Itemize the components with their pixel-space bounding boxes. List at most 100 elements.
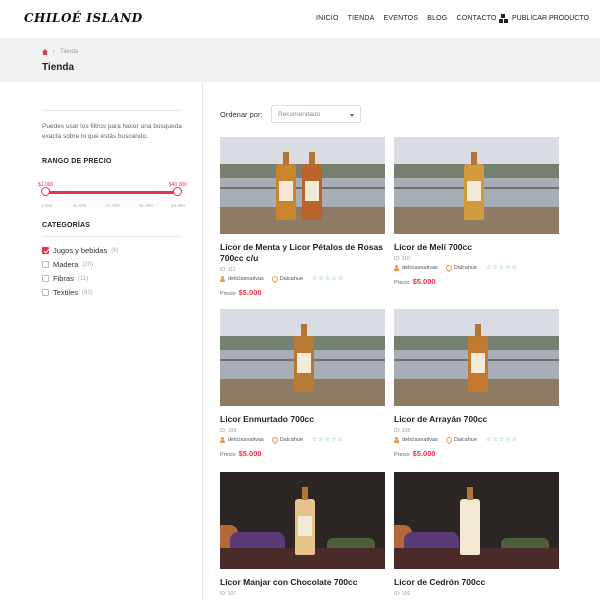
price-tick: 31.000 [139,203,153,208]
seller-name[interactable]: deliciasnativas [402,437,438,443]
seller-icon [394,437,399,443]
product-name[interactable]: Licor de Arrayán 700cc [394,414,559,425]
seller-icon [220,437,225,443]
seller-icon [220,276,225,282]
category-checkbox[interactable] [42,289,49,296]
breadcrumb: › Tienda [42,49,78,55]
product-card[interactable]: Licor de Menta y Licor Pétalos de Rosas … [220,137,385,297]
page-title: Tienda [42,62,75,73]
rating-stars: ☆ ☆ ☆ ☆ ☆ [486,265,517,271]
product-card[interactable]: Licor de Cedrón 700cc ID: 106 [394,472,559,600]
seller-name[interactable]: deliciasnativas [228,437,264,443]
price-tick: 40.000 [171,203,185,208]
category-item-madera[interactable]: Madera (20) [42,260,93,269]
seller-name[interactable]: deliciasnativas [402,265,438,271]
location-pin-icon [446,437,451,443]
price-amount: $5.000 [238,288,262,297]
category-checkbox[interactable] [42,247,49,254]
category-count: (20) [82,261,94,268]
nav-item-contacto[interactable]: CONTACTO [456,15,496,22]
category-count: (6) [111,247,119,254]
breadcrumb-current: Tienda [60,49,79,55]
divider [42,110,182,111]
nav-item-inicio[interactable]: INICIO [316,15,339,22]
product-image[interactable] [220,472,385,569]
category-item-fibras[interactable]: Fibras (11) [42,274,88,283]
product-id: ID: 110 [394,256,410,262]
price-slider-track[interactable] [45,191,178,194]
product-name[interactable]: Licor Manjar con Chocolate 700cc [220,577,385,588]
price-label: Precio [220,452,236,458]
product-price: Precio $5.000 [394,449,436,458]
product-id: ID: 108 [394,428,411,434]
price-label: Precio [394,452,410,458]
site-header: CHILOÉ ISLAND INICIO TIENDA EVENTOS BLOG… [0,0,600,38]
price-amount: $5.000 [412,277,436,286]
site-logo[interactable]: CHILOÉ ISLAND [24,11,143,25]
product-name[interactable]: Licor Enmurtado 700cc [220,414,385,425]
product-name[interactable]: Licor de Melí 700cc [394,242,559,253]
location-pin-icon [272,276,277,282]
location-pin-icon [272,437,277,443]
price-label: Precio [394,280,410,286]
category-item-jugos[interactable]: Jugos y bebidas (6) [42,246,119,255]
price-tick: 11.000 [73,203,87,208]
product-image[interactable] [394,137,559,234]
category-label: Fibras [53,274,74,283]
location-name: Dalcahue [453,265,478,271]
price-range-heading: RANGO DE PRECIO [42,158,112,165]
product-image[interactable] [394,309,559,406]
category-label: Jugos y bebidas [53,246,108,255]
product-image[interactable] [394,472,559,569]
rating-stars: ☆ ☆ ☆ ☆ ☆ [312,276,343,282]
chevron-down-icon [350,114,354,117]
price-label: Precio [220,291,236,297]
divider [42,236,182,237]
product-card[interactable]: Licor Manjar con Chocolate 700cc ID: 107 [220,472,385,600]
sort-label: Ordenar por: [220,110,263,119]
location-name: Dalcahue [453,437,478,443]
product-meta: deliciasnativas Dalcahue ☆ ☆ ☆ ☆ ☆ [394,437,517,443]
category-count: (83) [82,289,93,296]
price-slider-min-handle[interactable] [41,187,50,196]
nav-item-eventos[interactable]: EVENTOS [383,15,418,22]
categories-heading: CATEGORÍAS [42,222,91,229]
rating-stars: ☆ ☆ ☆ ☆ ☆ [486,437,517,443]
nav-item-tienda[interactable]: TIENDA [348,15,375,22]
product-name[interactable]: Licor de Menta y Licor Pétalos de Rosas … [220,242,385,264]
location-name: Dalcahue [279,276,304,282]
nav-item-blog[interactable]: BLOG [427,15,447,22]
publish-product-button[interactable]: PUBLICAR PRODUCTO [499,14,589,23]
price-tick: 21.000 [106,203,120,208]
category-label: Madera [53,260,79,269]
product-card[interactable]: Licor de Arrayán 700cc ID: 108 deliciasn… [394,309,559,464]
location-name: Dalcahue [279,437,304,443]
category-label: Textiles [53,288,79,297]
product-name[interactable]: Licor de Cedrón 700cc [394,577,559,588]
product-card[interactable]: Licor Enmurtado 700cc ID: 109 deliciasna… [220,309,385,464]
product-meta: deliciasnativas Dalcahue ☆ ☆ ☆ ☆ ☆ [394,265,517,271]
main-nav: INICIO TIENDA EVENTOS BLOG CONTACTO [316,15,497,22]
category-checkbox[interactable] [42,275,49,282]
sort-select[interactable]: Recomendado [271,105,361,123]
home-icon[interactable] [42,49,48,55]
seller-icon [394,265,399,271]
seller-name[interactable]: deliciasnativas [228,276,264,282]
price-amount: $5.000 [412,449,436,458]
breadcrumb-separator: › [53,49,55,55]
product-image[interactable] [220,309,385,406]
product-meta: deliciasnativas Dalcahue ☆ ☆ ☆ ☆ ☆ [220,276,343,282]
product-price: Precio $5.000 [220,288,262,297]
category-checkbox[interactable] [42,261,49,268]
product-price: Precio $5.000 [394,277,436,286]
product-meta: deliciasnativas Dalcahue ☆ ☆ ☆ ☆ ☆ [220,437,343,443]
product-card[interactable]: Licor de Melí 700cc ID: 110 deliciasnati… [394,137,559,297]
category-count: (11) [77,275,89,282]
category-item-textiles[interactable]: Textiles (83) [42,288,93,297]
filter-sidebar: Puedes usar los filtros para hacer una b… [0,82,203,600]
page-banner: › Tienda Tienda [0,38,600,82]
product-price: Precio $5.000 [220,449,262,458]
product-image[interactable] [220,137,385,234]
boxes-icon [499,14,508,23]
price-slider-max-handle[interactable] [173,187,182,196]
